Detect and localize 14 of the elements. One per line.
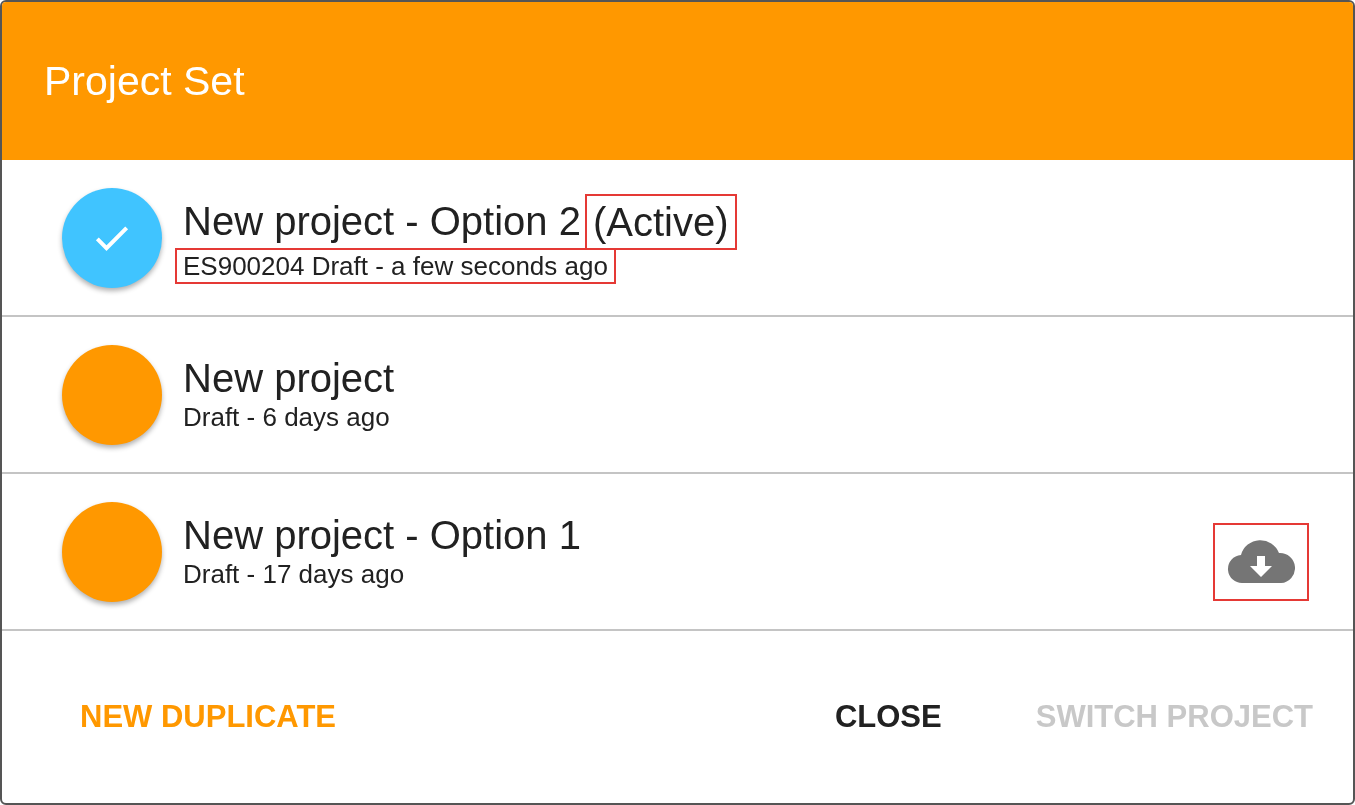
project-subtitle: Draft - 6 days ago (182, 401, 391, 434)
download-button[interactable] (1213, 522, 1309, 601)
project-item[interactable]: New project - Option 1 Draft - 17 days ago (2, 474, 1353, 631)
dialog-title: Project Set (44, 57, 245, 105)
project-subtitle: ES900204 Draft - a few seconds ago (175, 247, 616, 284)
project-subtitle: Draft - 17 days ago (182, 558, 406, 591)
status-label: (Active) (584, 193, 737, 250)
cloud-download-icon (1227, 538, 1295, 585)
project-title: New project - Option 2 (183, 199, 581, 244)
dialog-button[interactable]: CLOSE (832, 693, 944, 741)
project-item[interactable]: New project Draft - 6 days ago (2, 317, 1353, 474)
project-title: New project (183, 356, 395, 401)
project-item[interactable]: New project - Option 2 (Active) ES900204 Draft - a few seconds ago (2, 160, 1353, 317)
project-title: New project - Option 1 (183, 513, 581, 558)
